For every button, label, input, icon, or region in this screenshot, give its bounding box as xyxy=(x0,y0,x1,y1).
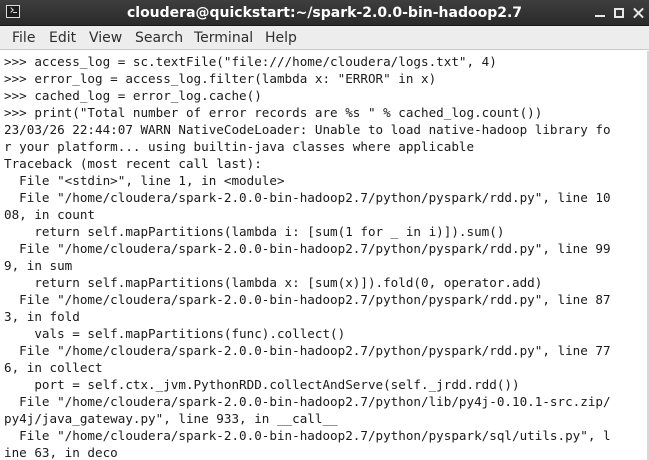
terminal-line: r your platform... using builtin-java cl… xyxy=(4,139,475,154)
menu-terminal[interactable]: Terminal xyxy=(194,26,253,50)
menu-bar: File Edit View Search Terminal Help xyxy=(0,26,649,50)
terminal-line: Traceback (most recent call last): xyxy=(4,156,262,171)
close-icon[interactable] xyxy=(629,4,647,22)
terminal-line: 9, in sum xyxy=(4,258,73,273)
minimize-icon[interactable] xyxy=(591,4,609,22)
menu-help[interactable]: Help xyxy=(265,26,297,50)
terminal-line: >>> access_log = sc.textFile("file:///ho… xyxy=(4,54,497,69)
terminal-line: File "/home/cloudera/spark-2.0.0-bin-had… xyxy=(4,292,611,307)
terminal-line: File "/home/cloudera/spark-2.0.0-bin-had… xyxy=(4,394,611,409)
terminal-line: File "<stdin>", line 1, in <module> xyxy=(4,173,285,188)
terminal-line: 23/03/26 22:44:07 WARN NativeCodeLoader:… xyxy=(4,122,611,137)
maximize-icon[interactable] xyxy=(610,4,628,22)
menu-file[interactable]: File xyxy=(12,26,35,50)
terminal-line: File "/home/cloudera/spark-2.0.0-bin-had… xyxy=(4,343,611,358)
terminal-line: 3, in fold xyxy=(4,309,80,324)
menu-search[interactable]: Search xyxy=(135,26,183,50)
terminal-line: >>> error_log = access_log.filter(lambda… xyxy=(4,71,437,86)
terminal-line: 08, in count xyxy=(4,207,95,222)
terminal-line: >>> cached_log = error_log.cache() xyxy=(4,88,262,103)
terminal-line: File "/home/cloudera/spark-2.0.0-bin-had… xyxy=(4,428,611,443)
terminal-output[interactable]: >>> access_log = sc.textFile("file:///ho… xyxy=(0,51,649,460)
terminal-line: port = self.ctx._jvm.PythonRDD.collectAn… xyxy=(4,377,520,392)
title-bar[interactable]: cloudera@quickstart:~/spark-2.0.0-bin-ha… xyxy=(0,0,649,26)
terminal-line: return self.mapPartitions(lambda i: [sum… xyxy=(4,224,505,239)
terminal-line: 6, in collect xyxy=(4,360,103,375)
terminal-line: File "/home/cloudera/spark-2.0.0-bin-had… xyxy=(4,190,611,205)
window-title: cloudera@quickstart:~/spark-2.0.0-bin-ha… xyxy=(126,5,523,21)
menu-edit[interactable]: Edit xyxy=(49,26,76,50)
terminal-line: File "/home/cloudera/spark-2.0.0-bin-had… xyxy=(4,241,611,256)
terminal-line: return self.mapPartitions(lambda x: [sum… xyxy=(4,275,543,290)
menu-view[interactable]: View xyxy=(89,26,122,50)
terminal-line: py4j/java_gateway.py", line 933, in __ca… xyxy=(4,411,338,426)
terminal-line: >>> print("Total number of error records… xyxy=(4,105,543,120)
terminal-line: vals = self.mapPartitions(func).collect(… xyxy=(4,326,346,341)
terminal-window: cloudera@quickstart:~/spark-2.0.0-bin-ha… xyxy=(0,0,649,460)
terminal-line: ine 63, in deco xyxy=(4,445,118,460)
